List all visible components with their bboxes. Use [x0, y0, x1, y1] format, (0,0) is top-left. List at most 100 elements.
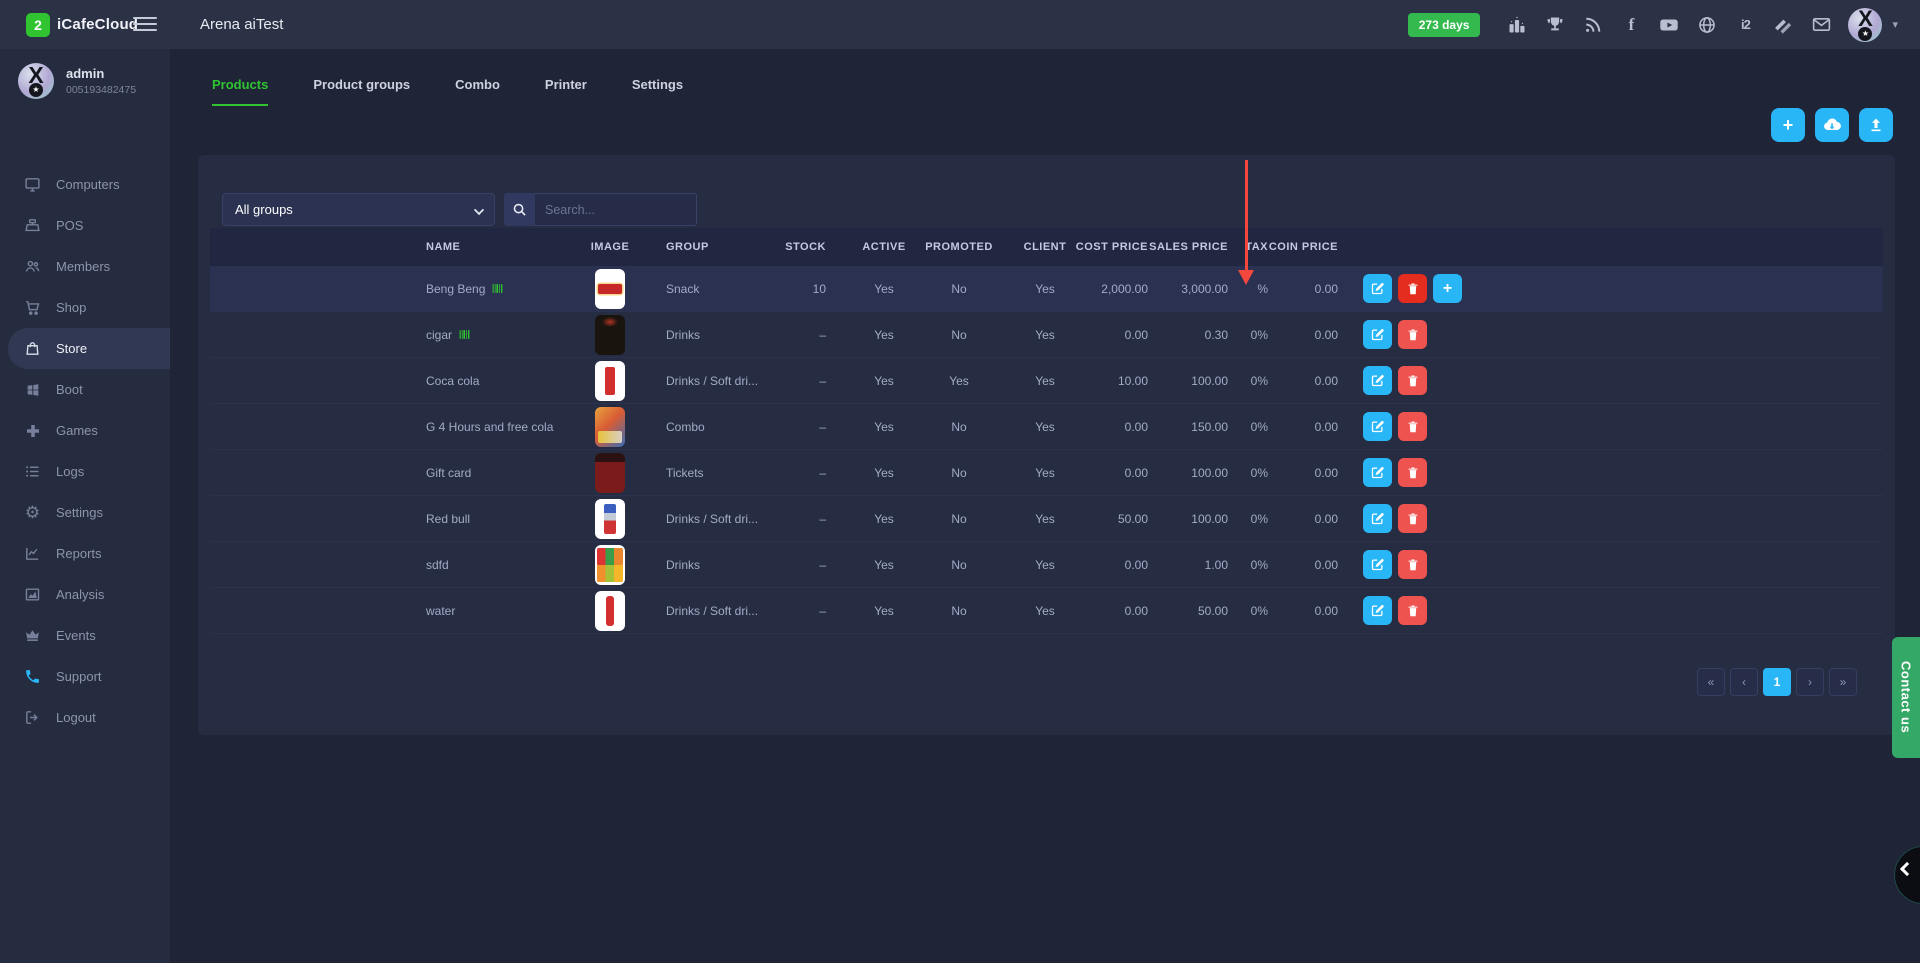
column-header-stock[interactable]: STOCK — [738, 228, 826, 266]
column-header-coin-price[interactable]: COIN PRICE — [1268, 228, 1338, 266]
product-image[interactable] — [595, 591, 625, 631]
sidebar-item-shop[interactable]: Shop — [0, 287, 170, 328]
delete-button[interactable] — [1398, 412, 1427, 441]
pagination-first[interactable]: « — [1697, 668, 1725, 696]
delete-button[interactable] — [1398, 366, 1427, 395]
edit-button[interactable] — [1363, 412, 1392, 441]
sidebar-user[interactable]: X ★ admin 005193482475 — [18, 63, 136, 99]
trash-icon — [1406, 374, 1420, 388]
search-icon[interactable] — [504, 193, 535, 226]
contact-us-button[interactable]: Contact us — [1892, 637, 1920, 758]
product-name: Coca cola — [426, 358, 576, 403]
edit-button[interactable] — [1363, 504, 1392, 533]
youtube-icon[interactable] — [1658, 14, 1680, 36]
edit-button[interactable] — [1363, 274, 1392, 303]
sidebar-item-games[interactable]: Games — [0, 410, 170, 451]
sidebar-item-logs[interactable]: Logs — [0, 451, 170, 492]
table-row[interactable]: G 4 Hours and free cola Combo – Yes No Y… — [210, 404, 1883, 450]
pagination-page-1[interactable]: 1 — [1763, 668, 1791, 696]
product-image-cell — [588, 588, 632, 633]
edit-icon — [1370, 465, 1385, 480]
edit-button[interactable] — [1363, 596, 1392, 625]
store-tabs: Products Product groups Combo Printer Se… — [212, 69, 728, 106]
column-header-promoted[interactable]: PROMOTED — [920, 228, 998, 266]
sidebar-item-events[interactable]: Events — [0, 615, 170, 656]
trophy-icon[interactable] — [1544, 14, 1566, 36]
delete-button[interactable] — [1398, 320, 1427, 349]
cost-price-cell: 0.00 — [1066, 404, 1148, 449]
column-header-image[interactable]: IMAGE — [588, 228, 632, 266]
product-image[interactable] — [595, 545, 625, 585]
brand-name: iCafeCloud — [57, 16, 138, 33]
product-image[interactable] — [595, 499, 625, 539]
rss-icon[interactable] — [1582, 14, 1604, 36]
table-row[interactable]: sdfd Drinks – Yes No Yes 0.00 1.00 0% 0.… — [210, 542, 1883, 588]
pagination-next[interactable]: › — [1796, 668, 1824, 696]
table-row[interactable]: cigar Drinks – Yes No Yes 0.00 0.30 0% 0… — [210, 312, 1883, 358]
product-image-cell — [588, 542, 632, 587]
delete-button[interactable] — [1398, 550, 1427, 579]
search-input[interactable] — [535, 193, 697, 226]
table-row[interactable]: Gift card Tickets – Yes No Yes 0.00 100.… — [210, 450, 1883, 496]
add-variant-button[interactable]: + — [1433, 274, 1462, 303]
tab-product-groups[interactable]: Product groups — [313, 69, 410, 106]
tab-products[interactable]: Products — [212, 69, 268, 106]
add-product-button[interactable]: + — [1771, 108, 1805, 142]
sidebar-item-pos[interactable]: POS — [0, 205, 170, 246]
user-menu-chevron-down-icon[interactable]: ▾ — [1892, 18, 1898, 31]
table-row[interactable]: Coca cola Drinks / Soft dri... – Yes Yes… — [210, 358, 1883, 404]
column-header-tax[interactable]: TAX — [1233, 228, 1268, 266]
sidebar-item-members[interactable]: Members — [0, 246, 170, 287]
delete-button[interactable] — [1398, 504, 1427, 533]
sidebar-item-computers[interactable]: Computers — [0, 164, 170, 205]
tab-printer[interactable]: Printer — [545, 69, 587, 106]
product-image[interactable] — [595, 315, 625, 355]
product-image-cell — [588, 404, 632, 449]
sidebar-item-boot[interactable]: Boot — [0, 369, 170, 410]
hamburger-menu-icon[interactable] — [133, 14, 157, 34]
edit-button[interactable] — [1363, 320, 1392, 349]
edit-button[interactable] — [1363, 550, 1392, 579]
sidebar-item-store[interactable]: Store — [8, 328, 170, 369]
product-image[interactable] — [595, 361, 625, 401]
column-header-sales-price[interactable]: SALES PRICE — [1148, 228, 1228, 266]
facebook-icon[interactable]: f — [1620, 14, 1642, 36]
coin-price-cell: 0.00 — [1268, 404, 1338, 449]
cloud-import-button[interactable] — [1815, 108, 1849, 142]
sidebar-item-logout[interactable]: Logout — [0, 697, 170, 738]
product-name-cell: cigar — [426, 312, 576, 357]
edit-button[interactable] — [1363, 366, 1392, 395]
themes-icon[interactable] — [1772, 14, 1794, 36]
product-image[interactable] — [595, 269, 625, 309]
edit-button[interactable] — [1363, 458, 1392, 487]
sidebar-item-analysis[interactable]: Analysis — [0, 574, 170, 615]
column-header-cost-price[interactable]: COST PRICE — [1066, 228, 1148, 266]
tab-combo[interactable]: Combo — [455, 69, 500, 106]
sidebar-item-reports[interactable]: Reports — [0, 533, 170, 574]
sidebar-item-settings[interactable]: ⚙ Settings — [0, 492, 170, 533]
product-image[interactable] — [595, 453, 625, 493]
table-row[interactable]: water Drinks / Soft dri... – Yes No Yes … — [210, 588, 1883, 634]
table-row[interactable]: Red bull Drinks / Soft dri... – Yes No Y… — [210, 496, 1883, 542]
tax-cell: 0% — [1233, 312, 1268, 357]
tab-settings[interactable]: Settings — [632, 69, 683, 106]
mail-icon[interactable] — [1810, 14, 1832, 36]
product-image[interactable] — [595, 407, 625, 447]
globe-icon[interactable] — [1696, 14, 1718, 36]
column-header-name[interactable]: NAME — [426, 228, 576, 266]
delete-button[interactable] — [1398, 274, 1427, 303]
export-button[interactable] — [1859, 108, 1893, 142]
sidebar-item-support[interactable]: Support — [0, 656, 170, 697]
pagination-last[interactable]: » — [1829, 668, 1857, 696]
page-title: Arena aiTest — [200, 0, 283, 49]
delete-button[interactable] — [1398, 596, 1427, 625]
icafe-icon[interactable]: i2 — [1734, 14, 1756, 36]
pagination-prev[interactable]: ‹ — [1730, 668, 1758, 696]
delete-button[interactable] — [1398, 458, 1427, 487]
group-filter-select[interactable]: All groups — [222, 193, 495, 226]
user-avatar[interactable]: X ★ — [1848, 8, 1882, 42]
column-header-active[interactable]: ACTIVE — [848, 228, 920, 266]
ranking-icon[interactable] — [1506, 14, 1528, 36]
table-row[interactable]: Beng Beng Snack 10 Yes No Yes 2,000.00 3… — [210, 266, 1883, 312]
license-days-badge[interactable]: 273 days — [1408, 13, 1481, 37]
